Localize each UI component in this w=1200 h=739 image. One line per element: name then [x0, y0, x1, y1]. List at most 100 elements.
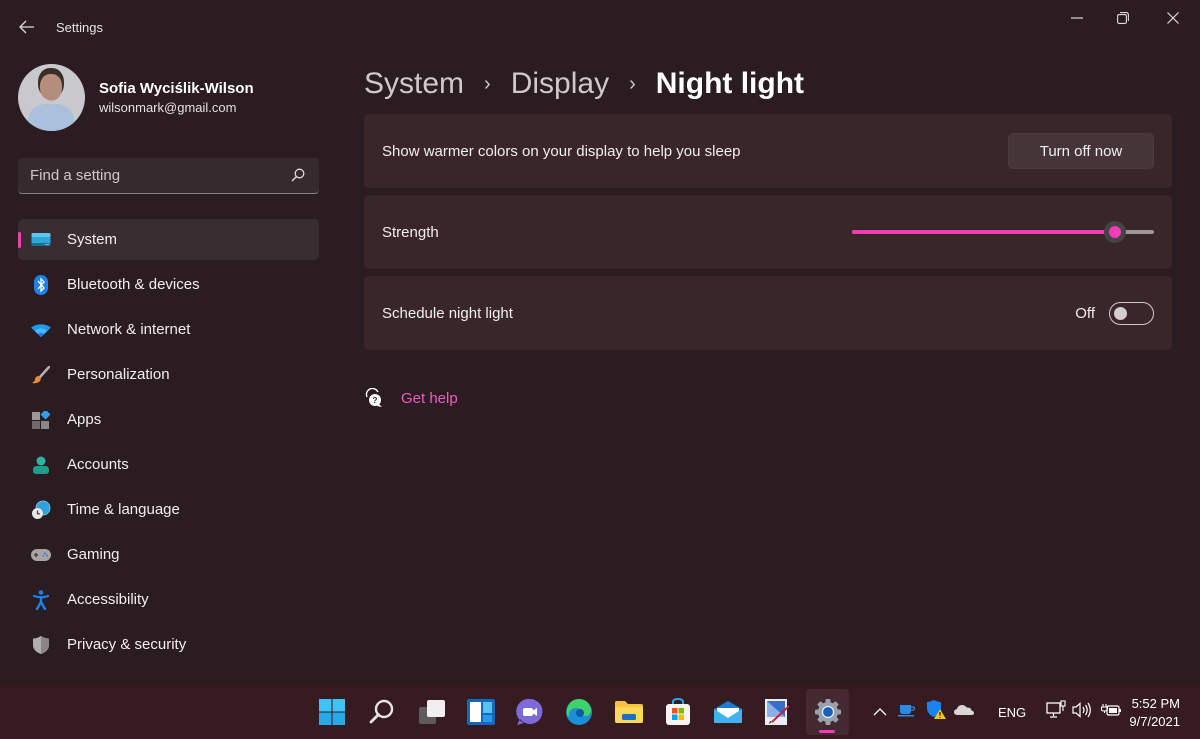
help-chat-icon: ?: [365, 388, 382, 407]
title-bar: Settings: [0, 0, 1200, 54]
taskbar-search-button[interactable]: [362, 692, 402, 732]
folder-icon: [615, 701, 643, 723]
sidebar-item-label: Gaming: [67, 546, 120, 563]
tray-volume[interactable]: [1072, 701, 1092, 723]
store-button[interactable]: [658, 692, 698, 732]
strength-card: Strength: [364, 195, 1172, 269]
page-title: Night light: [655, 67, 805, 100]
breadcrumb-display[interactable]: Display: [511, 67, 609, 101]
chevron-up-icon: [873, 708, 887, 716]
search-input[interactable]: [18, 167, 278, 184]
edge-button[interactable]: [559, 692, 599, 732]
search-box: [18, 158, 319, 194]
settings-app-button[interactable]: [806, 689, 849, 735]
svg-text:?: ?: [373, 396, 378, 405]
tray-coffee-app[interactable]: [898, 703, 916, 722]
store-icon: [666, 698, 690, 725]
battery-charging-icon: [1101, 703, 1122, 716]
widgets-button[interactable]: [461, 692, 501, 732]
mail-button[interactable]: [708, 692, 748, 732]
apps-icon: [31, 410, 51, 430]
search-icon[interactable]: [291, 168, 305, 182]
network-wired-icon: [1046, 699, 1066, 718]
profile-name: Sofia Wyciślik-Wilson: [99, 80, 254, 97]
gamepad-icon: [31, 545, 51, 565]
sidebar-item-label: Network & internet: [67, 321, 191, 338]
back-button[interactable]: [12, 12, 42, 42]
close-icon: [1167, 12, 1179, 24]
mail-icon: [714, 701, 742, 723]
onedrive-cloud-icon: [954, 705, 974, 715]
task-view-button[interactable]: [412, 692, 452, 732]
sidebar-item-bluetooth-devices[interactable]: Bluetooth & devices: [18, 264, 319, 305]
app-title: Settings: [56, 20, 103, 35]
task-view-icon: [419, 700, 445, 724]
sidebar-item-time-language[interactable]: Time & language: [18, 489, 319, 530]
minimize-icon: [1071, 17, 1083, 19]
tray-battery[interactable]: [1100, 702, 1122, 723]
sidebar-item-label: Privacy & security: [67, 636, 187, 653]
show-hidden-icons-button[interactable]: [870, 708, 890, 716]
sidebar-item-label: Bluetooth & devices: [67, 276, 200, 293]
globe-clock-icon: [31, 500, 51, 520]
strength-slider[interactable]: [852, 221, 1154, 243]
sidebar-item-label: Accessibility: [67, 591, 149, 608]
breadcrumb-system[interactable]: System: [364, 67, 464, 101]
shield-icon: [31, 635, 51, 655]
get-help: ? Get help: [364, 388, 1172, 408]
clock[interactable]: 5:52 PM 9/7/2021: [1129, 695, 1180, 731]
paint-button[interactable]: [757, 692, 797, 732]
windows-security-warning-icon: [927, 699, 946, 719]
sidebar-item-gaming[interactable]: Gaming: [18, 534, 319, 575]
toggle-knob: [1114, 306, 1127, 320]
sidebar-item-accounts[interactable]: Accounts: [18, 444, 319, 485]
sidebar-item-accessibility[interactable]: Accessibility: [18, 579, 319, 620]
close-button[interactable]: [1150, 0, 1196, 36]
tray-network[interactable]: [1046, 699, 1066, 725]
sidebar-item-system[interactable]: System: [18, 219, 319, 260]
widgets-icon: [467, 699, 495, 725]
teams-chat-icon: [516, 698, 543, 725]
wifi-icon: [31, 320, 51, 340]
schedule-toggle[interactable]: [1109, 301, 1154, 325]
monitor-icon: [31, 230, 51, 250]
sidebar-nav: System Bluetooth & devices Network & int…: [18, 219, 319, 669]
profile-email: wilsonmark@gmail.com: [99, 100, 237, 115]
windows-logo-icon: [319, 699, 345, 725]
sidebar-item-privacy-security[interactable]: Privacy & security: [18, 624, 319, 665]
minimize-button[interactable]: [1054, 0, 1100, 36]
sidebar-item-label: Accounts: [67, 456, 129, 473]
sidebar-item-label: Personalization: [67, 366, 170, 383]
search-icon: [369, 699, 394, 724]
sidebar-item-label: System: [67, 231, 118, 248]
schedule-card: Schedule night light Off: [364, 276, 1172, 350]
person-icon: [31, 455, 51, 475]
tray-security[interactable]: [926, 699, 946, 725]
clock-date: 9/7/2021: [1129, 714, 1180, 729]
sidebar-item-personalization[interactable]: Personalization: [18, 354, 319, 395]
active-app-indicator: [819, 730, 835, 733]
get-help-link[interactable]: Get help: [401, 390, 458, 407]
start-button[interactable]: [312, 692, 352, 732]
bluetooth-icon: [31, 274, 51, 295]
file-explorer-button[interactable]: [609, 692, 649, 732]
schedule-state-label: Off: [1075, 304, 1095, 322]
chat-button[interactable]: [510, 692, 550, 732]
sidebar-item-apps[interactable]: Apps: [18, 399, 319, 440]
language-indicator[interactable]: ENG: [998, 705, 1026, 720]
turn-off-now-button[interactable]: Turn off now: [1008, 133, 1154, 169]
sidebar-item-network-internet[interactable]: Network & internet: [18, 309, 319, 350]
tray-onedrive[interactable]: [954, 703, 974, 721]
avatar: [18, 64, 85, 131]
system-tray: ENG: [870, 685, 1122, 739]
chevron-right-icon: ›: [629, 72, 636, 95]
night-light-card: Show warmer colors on your display to he…: [364, 114, 1172, 188]
clock-time: 5:52 PM: [1131, 696, 1180, 711]
restore-button[interactable]: [1100, 0, 1146, 36]
strength-label: Strength: [382, 223, 439, 241]
main-content: System › Display › Night light Show warm…: [364, 54, 1172, 408]
slider-thumb[interactable]: [1103, 221, 1126, 243]
arrow-left-icon: [19, 20, 34, 34]
user-profile[interactable]: Sofia Wyciślik-Wilson wilsonmark@gmail.c…: [18, 64, 254, 131]
sidebar-item-label: Apps: [67, 411, 102, 428]
